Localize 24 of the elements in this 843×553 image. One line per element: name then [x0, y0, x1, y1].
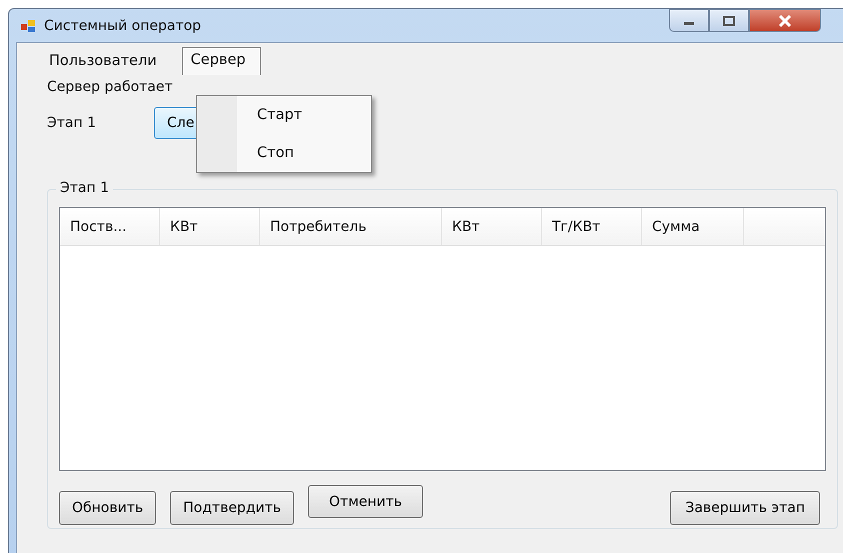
column-header[interactable]: КВт [442, 208, 542, 245]
maximize-button[interactable] [709, 9, 749, 32]
close-button[interactable] [749, 9, 821, 32]
column-header[interactable]: Поств... [60, 208, 160, 245]
minimize-button[interactable] [669, 9, 709, 32]
action-button[interactable]: Отменить [308, 485, 424, 518]
action-button[interactable]: Обновить [59, 491, 156, 525]
action-button[interactable]: Подтвердить [170, 491, 294, 525]
minimize-icon [684, 22, 694, 25]
menu-item[interactable]: Сервер [182, 47, 261, 75]
column-header[interactable]: Потребитель [260, 208, 442, 245]
stage-label: Этап 1 [47, 115, 98, 131]
window-title: Системный оператор [44, 18, 202, 34]
column-header[interactable]: Тг/КВт [542, 208, 642, 245]
menu-option[interactable]: Старт [257, 107, 371, 123]
close-icon [777, 14, 793, 26]
menu-item[interactable]: Пользователи [40, 48, 166, 75]
window-icon [20, 18, 36, 34]
column-header[interactable]: КВт [160, 208, 260, 245]
column-header[interactable]: Сумма [642, 208, 744, 245]
menu-option[interactable]: Стоп [257, 145, 371, 161]
maximize-icon [722, 14, 736, 26]
status-label: Сервер работает [47, 79, 174, 95]
action-button[interactable]: Завершить этап [670, 491, 820, 525]
